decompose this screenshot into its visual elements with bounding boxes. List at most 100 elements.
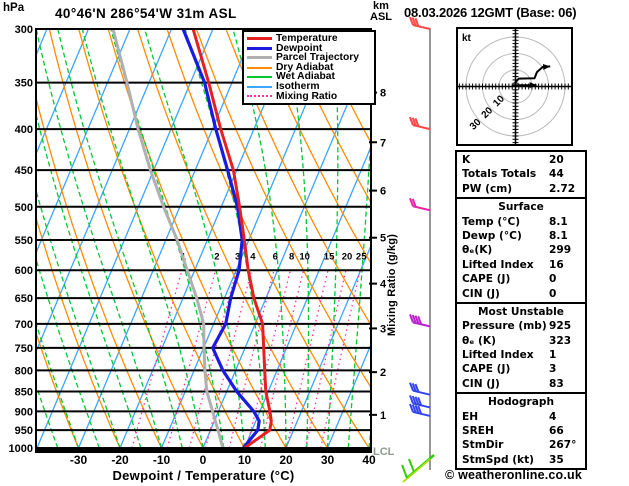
table-row: Lifted Index 1: [457, 348, 585, 362]
table-row-label: θₑ (K): [462, 334, 496, 347]
table-row: StmSpd (kt) 35: [457, 453, 585, 467]
table-row-label: CIN (J): [462, 287, 500, 300]
km-tick-label: 6: [380, 186, 386, 198]
table-row-label: Pressure (mb): [462, 320, 547, 333]
altitude-axis-unit: km ASL: [363, 1, 399, 23]
surface-barb-echo: [402, 458, 431, 483]
isotherm-line: [0, 29, 5, 448]
table-row: CAPE (J) 3: [457, 362, 585, 376]
table-row-label: Dewp (°C): [462, 229, 522, 242]
table-row-value: 16: [549, 258, 564, 271]
pressure-tick-label: 700: [15, 319, 33, 331]
dry-adiabat-line: [403, 29, 446, 448]
table-row: K 20: [457, 153, 585, 167]
table-row: Dewp (°C) 8.1: [457, 229, 585, 243]
surface-barb-feather: [408, 458, 415, 473]
run-datetime: 08.03.2026 12GMT (Base: 06): [404, 5, 577, 20]
temperature-tick-label: 20: [279, 453, 293, 467]
wind-barb: [409, 116, 431, 131]
table-row-label: Lifted Index: [462, 349, 534, 362]
mixing-ratio-value-label: 2: [214, 252, 219, 263]
legend-swatch-dry-adiabat: [247, 66, 272, 69]
legend-swatch-parcel-trajectory: [247, 56, 272, 60]
legend-swatch-wet-adiabat: [247, 76, 272, 79]
table-row-value: 4: [549, 410, 557, 423]
table-row-label: Lifted Index: [462, 258, 534, 271]
table-row-value: 66: [549, 425, 564, 438]
mixing-ratio-axis-label: Mixing Ratio (g/kg): [386, 233, 398, 337]
table-row-label: CIN (J): [462, 377, 500, 390]
legend-swatch-mixing-ratio: [247, 95, 272, 98]
table-row-value: 8.1: [549, 215, 568, 228]
pressure-tick-label: 900: [15, 406, 33, 418]
table-row: EH 4: [457, 410, 585, 424]
pressure-tick-label: 550: [15, 235, 33, 247]
wind-barb: [409, 197, 431, 212]
wind-barb: [409, 382, 431, 396]
skewt-diagram: 3003504004505005506006507007508008509009…: [0, 16, 446, 483]
table-section-header: Most Unstable: [478, 305, 564, 318]
table-row: θₑ(K) 299: [457, 243, 585, 257]
table-row-value: 44: [549, 168, 564, 181]
wind-barb: [409, 313, 431, 328]
temperature-tick-label: 10: [238, 453, 252, 467]
legend-label: Mixing Ratio: [276, 90, 338, 102]
table-row: PW (cm) 2.72: [457, 182, 585, 196]
isotherm-line: [77, 29, 256, 448]
dry-adiabat-line: [36, 95, 163, 448]
table-row-label: EH: [462, 410, 479, 423]
mixing-ratio-value-label: 6: [273, 252, 278, 263]
table-row: CAPE (J) 0: [457, 272, 585, 286]
mixing-ratio-line: [228, 270, 275, 448]
table-row: CIN (J) 83: [457, 377, 585, 391]
table-row-label: CAPE (J): [462, 363, 511, 376]
table-row-label: PW (cm): [462, 182, 513, 195]
table-row-value: 299: [549, 244, 572, 257]
table-row: Totals Totals 44: [457, 167, 585, 181]
pressure-tick-label: 650: [15, 293, 33, 305]
temperature-tick-label: 30: [321, 453, 335, 467]
mixing-ratio-value-label: 4: [250, 252, 256, 263]
legend-swatch-isotherm: [247, 85, 272, 88]
table-row-value: 1: [549, 349, 557, 362]
legend-item: Mixing Ratio: [247, 90, 374, 102]
table-row-value: 83: [549, 377, 564, 390]
temperature-tick-label: 0: [200, 453, 207, 467]
km-tick-label: 8: [380, 88, 386, 100]
table-row-value: 0: [549, 287, 557, 300]
table-row-value: 8.1: [549, 229, 568, 242]
table-row-value: 20: [549, 154, 564, 166]
km-tick-label: 2: [380, 367, 386, 379]
km-tick-label: 7: [380, 137, 386, 149]
isotherm-line: [36, 29, 214, 448]
temperature-axis-title: Dewpoint / Temperature (°C): [112, 468, 295, 483]
pressure-tick-label: 400: [15, 124, 33, 136]
table-row: θₑ (K) 323: [457, 334, 585, 348]
table-row-value: 925: [549, 320, 572, 333]
legend-swatch-temperature: [247, 37, 272, 41]
table-row-value: 0: [549, 273, 557, 286]
table-row-label: CAPE (J): [462, 273, 511, 286]
table-row-label: θₑ(K): [462, 244, 493, 257]
table-section: Surface Temp (°C) 8.1 Dewp (°C) 8.1 θₑ(K) 299 L…: [457, 197, 585, 302]
hodograph-unit-label: kt: [462, 33, 472, 44]
mixing-ratio-value-label: 15: [324, 252, 335, 263]
pressure-tick-label: 950: [15, 425, 33, 437]
temperature-tick-label: -20: [111, 453, 129, 467]
dry-adiabat-line: [48, 29, 204, 448]
indices-table: K 20 Totals Totals 44 PW (cm) 2.72 Surface Temp…: [455, 150, 587, 471]
station-title: 40°46'N 286°54'W 31m ASL: [55, 6, 237, 21]
table-row-label: StmSpd (kt): [462, 453, 535, 466]
table-section: K 20 Totals Totals 44 PW (cm) 2.72: [457, 152, 585, 197]
table-row-label: SREH: [462, 425, 494, 438]
table-section-header: Hodograph: [487, 396, 555, 409]
table-row-value: 323: [549, 334, 572, 347]
table-row: Pressure (mb) 925: [457, 319, 585, 333]
table-row-value: 2.72: [549, 182, 576, 195]
table-row-value: 35: [549, 453, 564, 466]
legend-swatch-dewpoint: [247, 46, 272, 50]
table-section-header: Surface: [498, 201, 544, 214]
pressure-tick-label: 750: [15, 343, 33, 355]
lcl-marker-label: LCL: [373, 446, 395, 458]
table-row-value: 267°: [549, 439, 577, 452]
